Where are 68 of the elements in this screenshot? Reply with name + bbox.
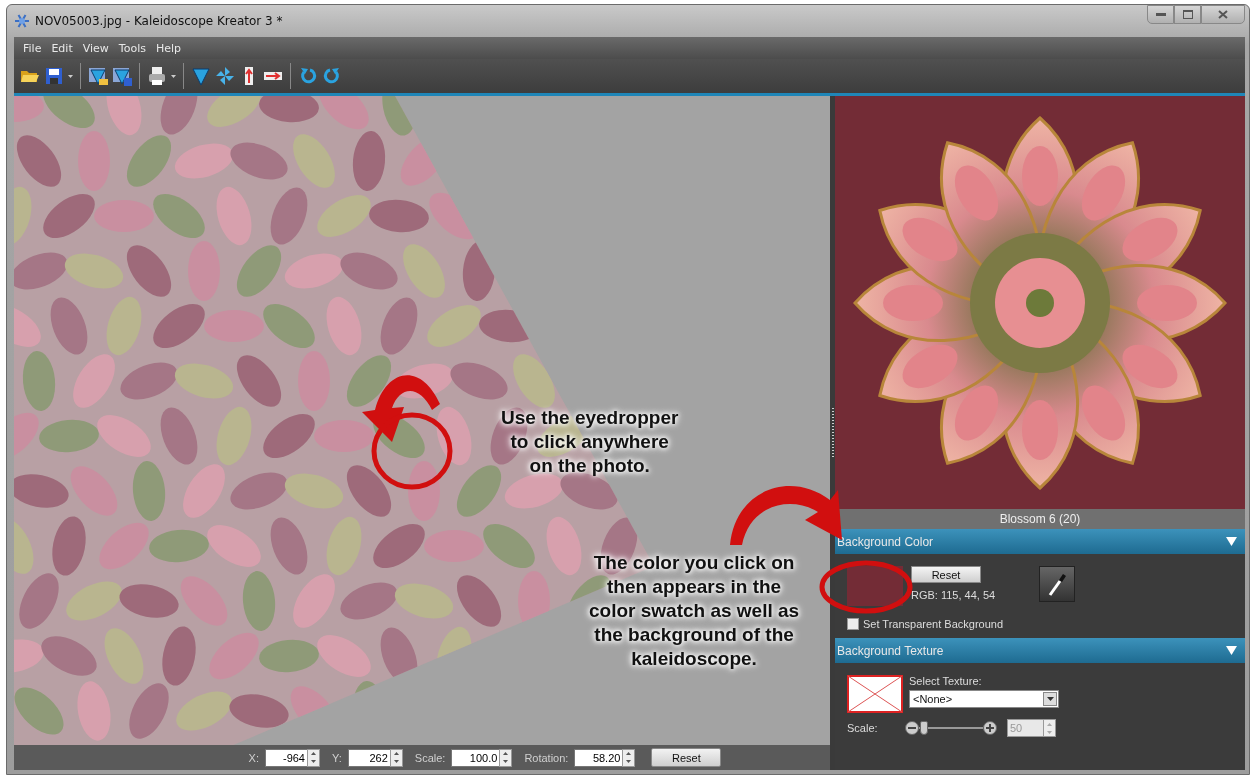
window-title: NOV05003.jpg - Kaleidoscope Kreator 3 * [35, 14, 283, 28]
spinner[interactable] [499, 748, 513, 767]
field-label: X: [248, 751, 259, 764]
eyedropper-button[interactable] [1039, 566, 1076, 602]
collapse-icon[interactable] [1226, 645, 1237, 656]
up-arrow-icon[interactable] [393, 752, 399, 755]
spinner[interactable] [307, 748, 320, 767]
section-title: Background Color [837, 534, 934, 549]
field-label: Y: [332, 751, 342, 764]
field-label: Scale: [414, 751, 446, 764]
annotation-text: The color you click on then appears in the color swatch as well as the background of the kaleidoscope. [589, 551, 800, 671]
field-label: Rotation: [524, 751, 569, 764]
number-field[interactable]: 58.20 [574, 748, 623, 767]
reset-button[interactable]: Reset [651, 748, 722, 767]
section-header[interactable]: Background Color [835, 529, 1245, 554]
menu-item[interactable]: File [18, 41, 47, 55]
number-field[interactable]: -964 [265, 748, 307, 767]
down-arrow-icon[interactable] [503, 760, 509, 763]
caret-icon[interactable] [68, 74, 73, 78]
menu-item[interactable]: Tools [113, 41, 151, 55]
slider-thumb[interactable] [920, 721, 929, 735]
number-field[interactable]: 262 [347, 748, 390, 767]
number-field[interactable]: 100.0 [451, 748, 500, 767]
menu-item[interactable]: Help [150, 41, 187, 55]
annotation-text: Use the eyedropper to click anywhere on the photo. [501, 406, 679, 478]
down-arrow-icon[interactable] [626, 760, 632, 763]
dropdown-button[interactable] [1043, 692, 1057, 706]
texture-preview [847, 675, 903, 713]
close-icon [1218, 10, 1228, 19]
dropdown-value: <None> [913, 693, 953, 705]
pinwheel-icon[interactable] [215, 66, 235, 86]
triangle-folder-icon[interactable] [88, 66, 108, 86]
zoom-in-icon[interactable] [983, 721, 997, 735]
color-swatch[interactable] [847, 566, 903, 606]
rotate-left-icon[interactable] [298, 66, 318, 86]
section-header[interactable]: Background Texture [835, 638, 1245, 663]
checkbox-label: Set Transparent Background [863, 618, 1004, 630]
scale-label: Scale: [847, 722, 879, 734]
caret-icon[interactable] [1046, 697, 1054, 701]
menu-item[interactable]: View [77, 41, 114, 55]
section-title: Background Texture [837, 643, 944, 658]
up-arrow-icon[interactable] [503, 752, 509, 755]
eyedropper-icon[interactable] [1046, 571, 1069, 597]
checkbox[interactable] [847, 618, 859, 630]
minimize-icon [1155, 12, 1166, 17]
printer-icon[interactable] [147, 66, 167, 86]
down-arrow-icon[interactable] [393, 760, 399, 763]
up-arrow-icon[interactable] [626, 752, 632, 755]
reset-button[interactable]: Reset [911, 566, 981, 583]
caret-icon[interactable] [171, 74, 176, 78]
triangle-icon[interactable] [191, 66, 211, 86]
menu-item[interactable]: Edit [46, 41, 78, 55]
texture-dropdown[interactable]: <None> [909, 690, 1059, 708]
close-button[interactable] [1201, 5, 1245, 24]
zoom-out-icon[interactable] [905, 721, 919, 735]
select-label: Select Texture: [909, 675, 983, 687]
minimize-button[interactable] [1147, 5, 1174, 24]
snowflake-icon [14, 13, 30, 29]
maximize-button[interactable] [1174, 5, 1201, 24]
maximize-icon [1182, 10, 1193, 19]
rgb-value: RGB: 115, 44, 54 [911, 589, 996, 601]
rotate-right-icon[interactable] [322, 66, 342, 86]
up-arrow-icon[interactable] [311, 752, 316, 755]
collapse-icon[interactable] [1226, 536, 1237, 547]
spinner[interactable] [622, 748, 636, 767]
down-arrow-icon[interactable] [311, 760, 316, 763]
splitter-handle[interactable] [830, 96, 835, 770]
save-icon[interactable] [44, 66, 64, 86]
